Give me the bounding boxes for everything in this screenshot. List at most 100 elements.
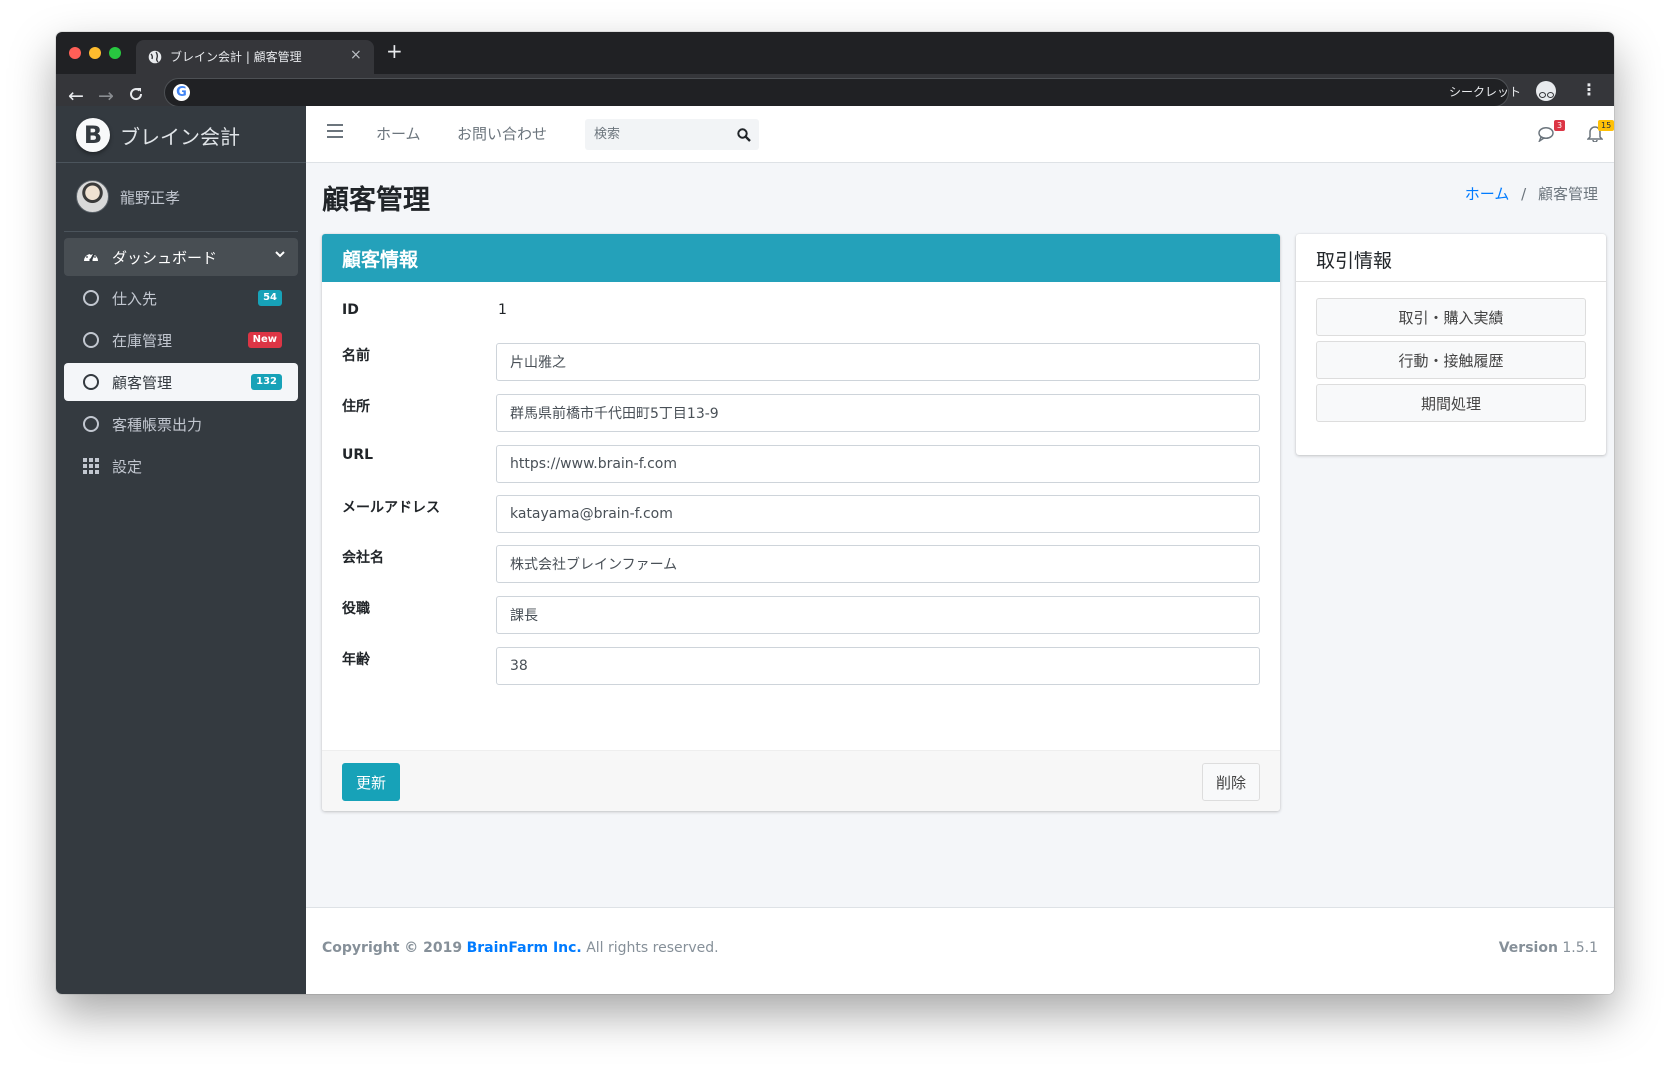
transaction-info-card: 取引情報 取引・購入実績 行動・接触履歴 期間処理 (1296, 234, 1606, 455)
reload-button[interactable] (128, 86, 144, 106)
breadcrumb: ホーム / 顧客管理 (1465, 183, 1598, 204)
grid-icon (83, 458, 99, 474)
incognito-label: シークレット (1449, 85, 1522, 99)
sidebar-item-settings[interactable]: 設定 (64, 447, 298, 485)
rights-text: All rights reserved. (586, 940, 719, 956)
app-root: B ブレイン会計 龍野正孝 ダッシュボード 仕入先 54 在庫管理 New 顧客… (56, 106, 1614, 994)
count-badge: 132 (251, 374, 282, 390)
age-field[interactable] (496, 647, 1260, 685)
google-icon: G (173, 84, 190, 101)
breadcrumb-separator: / (1521, 185, 1527, 203)
new-tab-button[interactable]: + (386, 40, 403, 62)
name-label: 名前 (342, 348, 370, 364)
messages-badge: 3 (1554, 120, 1566, 131)
card-title: 顧客情報 (342, 249, 419, 271)
search-icon[interactable] (737, 128, 751, 142)
url-label: URL (342, 447, 374, 463)
nav-link-home[interactable]: ホーム (376, 123, 421, 144)
screenshot-background: ブレイン会計 | 顧客管理 × + ← → G シークレット ⋮ B ブレイン会… (0, 0, 1671, 1075)
breadcrumb-home-link[interactable]: ホーム (1465, 185, 1510, 203)
back-button[interactable]: ← (68, 86, 84, 106)
close-tab-icon[interactable]: × (350, 47, 362, 63)
brand-link[interactable]: B ブレイン会計 (56, 106, 306, 163)
card-header: 取引情報 (1296, 234, 1606, 282)
update-button[interactable]: 更新 (342, 763, 400, 801)
sidebar-item-suppliers[interactable]: 仕入先 54 (64, 279, 298, 317)
user-name: 龍野正孝 (120, 189, 181, 207)
circle-icon (83, 290, 99, 306)
purchase-history-button[interactable]: 取引・購入実績 (1316, 298, 1586, 336)
card-title: 取引情報 (1316, 250, 1393, 272)
close-window-button[interactable] (69, 47, 81, 59)
search-input[interactable] (585, 119, 725, 150)
sidebar-item-label: 顧客管理 (112, 374, 173, 392)
sidebar: B ブレイン会計 龍野正孝 ダッシュボード 仕入先 54 在庫管理 New 顧客… (56, 106, 306, 994)
brand-logo: B (76, 118, 110, 152)
customer-info-card: 顧客情報 ID 1 名前 住所 URL メールアドレス 会社名 役職 年齢 (322, 234, 1280, 811)
new-badge: New (247, 332, 282, 348)
circle-icon (83, 374, 99, 390)
period-processing-button[interactable]: 期間処理 (1316, 384, 1586, 422)
tachometer-icon (84, 253, 98, 262)
id-label: ID (342, 302, 359, 318)
sidebar-item-label: 仕入先 (112, 290, 158, 308)
top-navbar: ホーム お問い合わせ 3 15 (306, 106, 1614, 163)
browser-window: ブレイン会計 | 顧客管理 × + ← → G シークレット ⋮ B ブレイン会… (56, 32, 1614, 994)
sidebar-item-label: 客種帳票出力 (112, 416, 203, 434)
company-label: 会社名 (342, 550, 384, 566)
age-label: 年齢 (342, 652, 370, 668)
id-value: 1 (498, 302, 507, 318)
maximize-window-button[interactable] (109, 47, 121, 59)
hamburger-icon[interactable] (327, 124, 343, 138)
nav-link-contact[interactable]: お問い合わせ (457, 123, 547, 144)
sidebar-item-inventory[interactable]: 在庫管理 New (64, 321, 298, 359)
search-box (585, 119, 759, 150)
notifications-badge: 15 (1598, 120, 1614, 131)
chevron-down-icon (275, 251, 285, 258)
email-label: メールアドレス (342, 500, 440, 516)
version-label: Version (1498, 940, 1558, 956)
delete-button[interactable]: 削除 (1202, 763, 1260, 801)
count-badge: 54 (258, 290, 282, 306)
user-panel[interactable]: 龍野正孝 (64, 163, 298, 232)
sidebar-item-dashboard[interactable]: ダッシュボード (64, 238, 298, 276)
globe-icon (148, 50, 162, 64)
main-content: 顧客管理 ホーム / 顧客管理 顧客情報 ID 1 名前 住所 URL メールア… (306, 163, 1614, 994)
address-label: 住所 (342, 399, 370, 415)
sidebar-item-label: ダッシュボード (112, 249, 218, 267)
circle-icon (83, 332, 99, 348)
avatar (76, 180, 109, 213)
tab-title: ブレイン会計 | 顧客管理 (170, 50, 302, 64)
breadcrumb-current: 顧客管理 (1537, 185, 1598, 203)
card-footer: 更新 削除 (322, 750, 1280, 811)
copyright-notice: Copyright © 2019 BrainFarm Inc. All righ… (322, 940, 719, 956)
page-title: 顧客管理 (322, 185, 430, 216)
contact-history-button[interactable]: 行動・接触履歴 (1316, 341, 1586, 379)
address-bar[interactable]: G (164, 78, 1509, 107)
version-info: Version 1.5.1 (1499, 940, 1598, 956)
reload-icon (130, 88, 143, 101)
card-header: 顧客情報 (322, 234, 1280, 282)
forward-button[interactable]: → (98, 86, 114, 106)
email-field[interactable] (496, 495, 1260, 533)
sidebar-item-label: 設定 (112, 458, 143, 476)
position-field[interactable] (496, 596, 1260, 634)
version-number: 1.5.1 (1562, 940, 1598, 956)
minimize-window-button[interactable] (89, 47, 101, 59)
company-field[interactable] (496, 545, 1260, 583)
sidebar-item-label: 在庫管理 (112, 332, 173, 350)
incognito-icon[interactable] (1536, 81, 1556, 101)
page-footer: Copyright © 2019 BrainFarm Inc. All righ… (306, 907, 1614, 994)
position-label: 役職 (342, 601, 370, 617)
brand-name: ブレイン会計 (120, 125, 240, 149)
sidebar-item-customers[interactable]: 顧客管理 132 (64, 363, 298, 401)
browser-tab[interactable]: ブレイン会計 | 顧客管理 × (136, 40, 374, 74)
url-field[interactable] (496, 445, 1260, 483)
browser-menu-icon[interactable]: ⋮ (1581, 80, 1597, 100)
name-field[interactable] (496, 343, 1260, 381)
address-field[interactable] (496, 394, 1260, 432)
browser-tab-bar: ブレイン会計 | 顧客管理 × + (56, 32, 1614, 74)
company-link[interactable]: BrainFarm Inc. (467, 940, 582, 956)
sidebar-item-forms-output[interactable]: 客種帳票出力 (64, 405, 298, 443)
circle-icon (83, 416, 99, 432)
